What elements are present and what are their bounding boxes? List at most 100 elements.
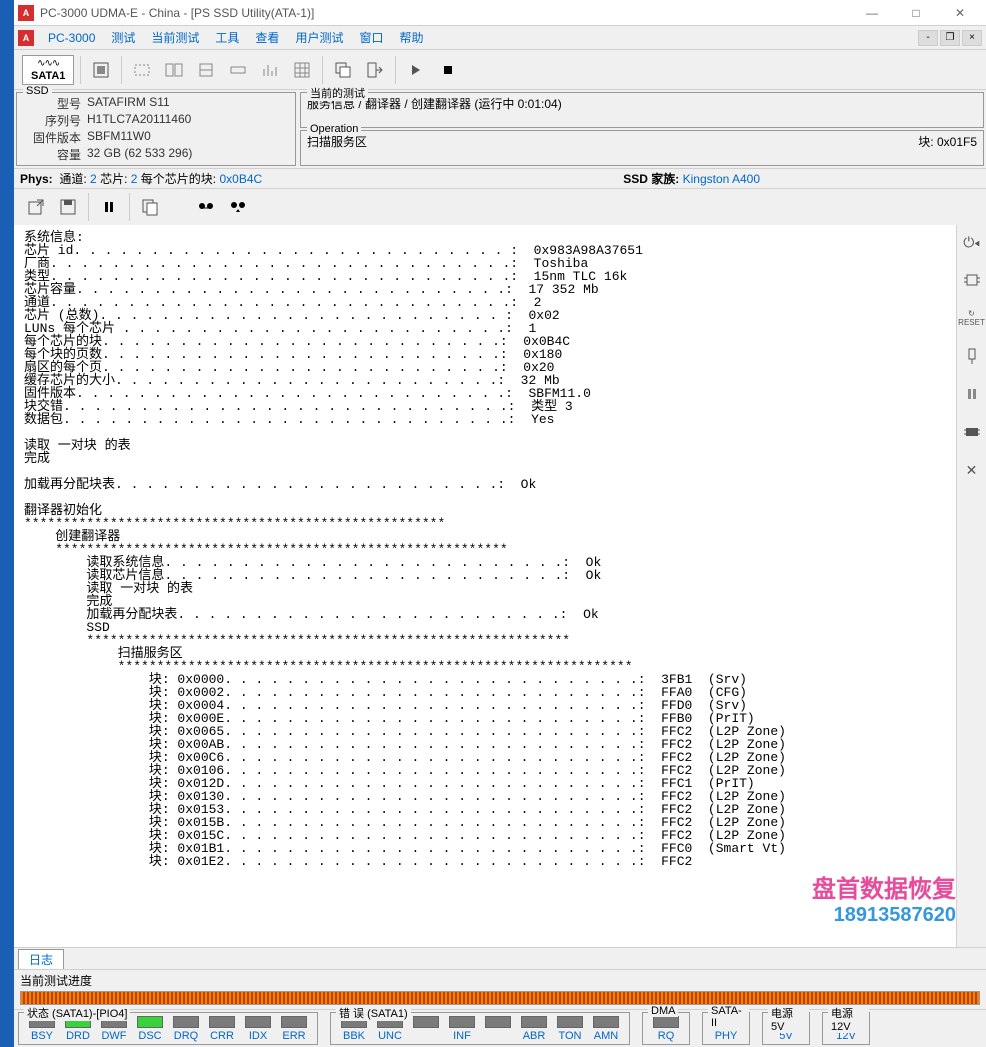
led-indicator: [413, 1016, 439, 1028]
menu-tools[interactable]: 工具: [207, 29, 247, 46]
window-title: PC-3000 UDMA-E - China - [PS SSD Utility…: [40, 6, 850, 20]
progress-label-row: 当前测试进度: [14, 969, 986, 991]
led-DRQ: DRQ: [168, 1016, 204, 1042]
ssd-serial: H1TLC7A20111460: [87, 112, 191, 129]
app-icon: A: [18, 5, 34, 21]
ssd-legend: SSD: [23, 85, 52, 97]
tb2-pause-button[interactable]: [95, 192, 123, 222]
maximize-button[interactable]: □: [894, 0, 938, 26]
phys-channel: 2: [90, 172, 97, 186]
tb-icon-exit[interactable]: [361, 55, 389, 85]
menu-user-test[interactable]: 用户测试: [287, 29, 351, 46]
tb-icon-1[interactable]: [87, 55, 115, 85]
operation-left: 扫描服务区: [307, 133, 918, 150]
phys-row: Phys: 通道: 2 芯片: 2 每个芯片的块: 0x0B4C SSD 家族:…: [14, 169, 986, 189]
tb2-export-icon[interactable]: [22, 192, 50, 222]
rt-tools-icon[interactable]: ✕: [961, 459, 983, 481]
menu-appname[interactable]: PC-3000: [40, 31, 103, 45]
current-test-text: 服务信息 / 翻译器 / 创建翻译器 (运行中 0:01:04): [307, 95, 977, 112]
status-group-sata2: SATA-IIPHY: [702, 1012, 750, 1045]
led-IDX: IDX: [240, 1016, 276, 1042]
phys-blocks: 0x0B4C: [219, 172, 262, 186]
rt-reset-icon[interactable]: ↻RESET: [961, 307, 983, 329]
tb-icon-4[interactable]: [192, 55, 220, 85]
led-indicator: [593, 1016, 619, 1028]
toolbar: ∿∿∿SATA1: [14, 50, 986, 90]
menu-current-test[interactable]: 当前测试: [143, 29, 207, 46]
menu-view[interactable]: 查看: [247, 29, 287, 46]
tb2-save-icon[interactable]: [54, 192, 82, 222]
led-CRR: CRR: [204, 1016, 240, 1042]
led-DSC: DSC: [132, 1016, 168, 1042]
app-window: A PC-3000 UDMA-E - China - [PS SSD Utili…: [14, 0, 986, 1047]
led-INF: INF: [444, 1016, 480, 1042]
menu-window[interactable]: 窗口: [351, 29, 391, 46]
operation-boxes: 当前的测试 服务信息 / 翻译器 / 创建翻译器 (运行中 0:01:04) O…: [300, 92, 984, 166]
status-group-dma: DMARQ: [642, 1012, 690, 1045]
led-ERR: ERR: [276, 1016, 312, 1042]
progress-bar: [20, 991, 980, 1005]
progress-label: 当前测试进度: [20, 972, 92, 989]
led-TON: TON: [552, 1016, 588, 1042]
main-area: 系统信息: 芯片 id. . . . . . . . . . . . . . .…: [14, 225, 986, 947]
led-indicator: [137, 1016, 163, 1028]
ssd-model: SATAFIRM S11: [87, 95, 170, 112]
led-RQ: RQ: [648, 1016, 684, 1042]
app-icon-small: A: [18, 30, 34, 46]
tb-icon-6[interactable]: [256, 55, 284, 85]
menubar: A PC-3000 测试 当前测试 工具 查看 用户测试 窗口 帮助 - ❐ ×: [14, 26, 986, 50]
rt-pause-icon[interactable]: [961, 383, 983, 405]
log-output[interactable]: 系统信息: 芯片 id. . . . . . . . . . . . . . .…: [14, 225, 956, 947]
menu-help[interactable]: 帮助: [391, 29, 431, 46]
tb2-copy-icon[interactable]: [136, 192, 164, 222]
status-group-5v: 电源 5V5V: [762, 1012, 810, 1045]
status-group-state: 状态 (SATA1)-[PIO4]BSYDRDDWFDSCDRQCRRIDXER…: [18, 1012, 318, 1045]
sata-tab[interactable]: ∿∿∿SATA1: [22, 55, 74, 85]
tb2-find-next-icon[interactable]: [224, 192, 252, 222]
led-indicator: [557, 1016, 583, 1028]
ssd-info-box: SSD 型号SATAFIRM S11 序列号H1TLC7A20111460 固件…: [16, 92, 296, 166]
status-bar: 状态 (SATA1)-[PIO4]BSYDRDDWFDSCDRQCRRIDXER…: [14, 1009, 986, 1047]
mdi-minimize[interactable]: -: [918, 30, 938, 46]
titlebar: A PC-3000 UDMA-E - China - [PS SSD Utili…: [14, 0, 986, 26]
rt-chip-icon[interactable]: [961, 269, 983, 291]
tb2-find-icon[interactable]: [192, 192, 220, 222]
status-group-12v: 电源 12V12V: [822, 1012, 870, 1045]
mdi-restore[interactable]: ❐: [940, 30, 960, 46]
led-AMN: AMN: [588, 1016, 624, 1042]
led-indicator: [521, 1016, 547, 1028]
current-test-panel: 当前的测试 服务信息 / 翻译器 / 创建翻译器 (运行中 0:01:04): [300, 92, 984, 128]
rt-chip2-icon[interactable]: [961, 421, 983, 443]
close-button[interactable]: ✕: [938, 0, 982, 26]
tb-play-button[interactable]: [402, 55, 430, 85]
led-indicator: [485, 1016, 511, 1028]
operation-panel: Operation 扫描服务区块: 0x01F5: [300, 130, 984, 166]
tb-stop-button[interactable]: [434, 55, 462, 85]
right-toolbar: ⏻◂ ↻RESET ✕: [956, 225, 986, 947]
ssd-capacity: 32 GB (62 533 296): [87, 146, 192, 163]
tb-icon-2[interactable]: [128, 55, 156, 85]
mdi-close[interactable]: ×: [962, 30, 982, 46]
led-ABR: ABR: [516, 1016, 552, 1042]
led-blank: [480, 1016, 516, 1042]
bottom-tabs: 日志: [14, 947, 986, 969]
tb-icon-7[interactable]: [288, 55, 316, 85]
led-indicator: [245, 1016, 271, 1028]
phys-ce: 2: [131, 172, 138, 186]
led-indicator: [209, 1016, 235, 1028]
tb-icon-5[interactable]: [224, 55, 252, 85]
menu-test[interactable]: 测试: [103, 29, 143, 46]
info-row: SSD 型号SATAFIRM S11 序列号H1TLC7A20111460 固件…: [14, 90, 986, 169]
toolbar2: [14, 189, 986, 225]
minimize-button[interactable]: —: [850, 0, 894, 26]
rt-power-icon[interactable]: ⏻◂: [961, 231, 983, 253]
tb-icon-3[interactable]: [160, 55, 188, 85]
led-indicator: [653, 1016, 679, 1028]
tb-icon-copy[interactable]: [329, 55, 357, 85]
ssd-family: Kingston A400: [683, 172, 760, 186]
tab-log[interactable]: 日志: [18, 949, 64, 969]
operation-right: 块: 0x01F5: [918, 133, 977, 150]
rt-plug-icon[interactable]: [961, 345, 983, 367]
status-group-error: 错 误 (SATA1)BBKUNCINFABRTONAMN: [330, 1012, 630, 1045]
led-indicator: [449, 1016, 475, 1028]
